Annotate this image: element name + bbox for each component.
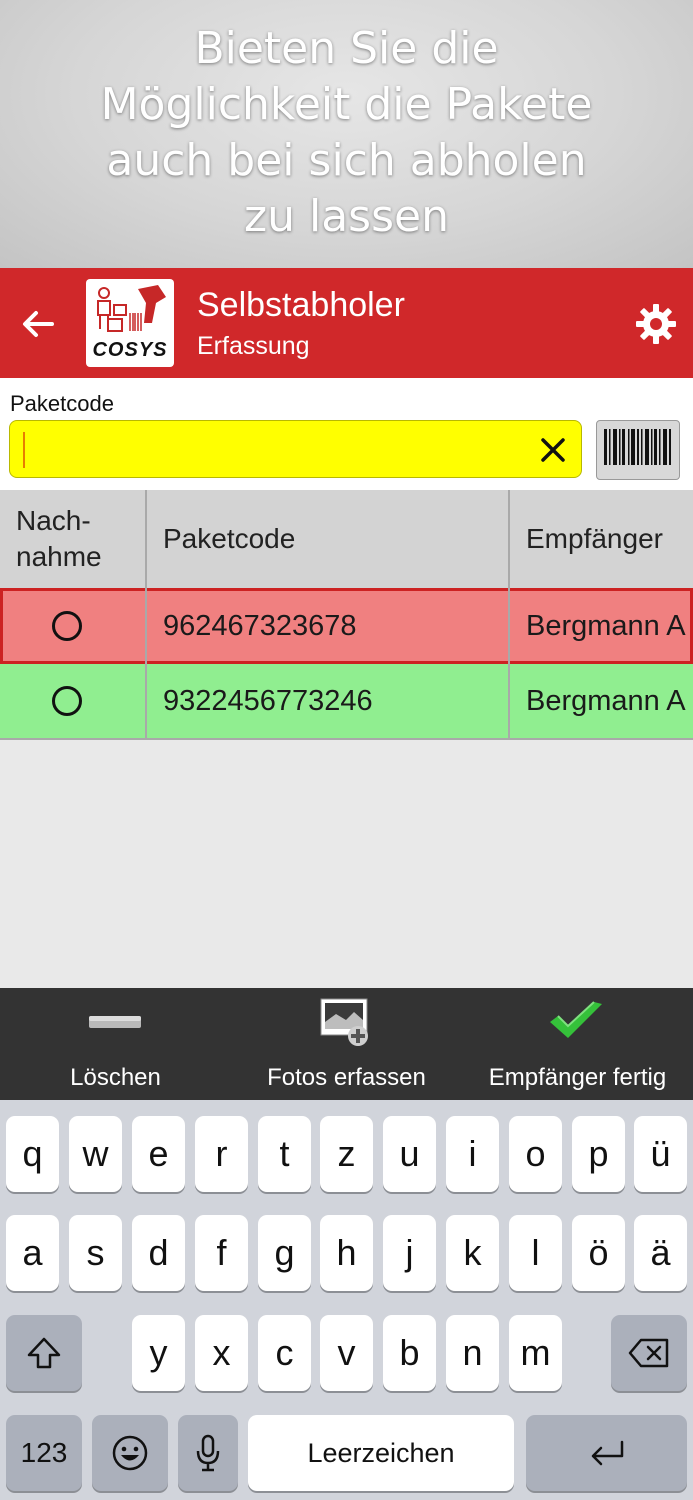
key-g[interactable]: g [258,1215,311,1291]
table-row[interactable]: 962467323678 Bergmann A [0,588,693,664]
table-header: Nach- nahme Paketcode Empfänger [0,490,693,588]
key-n[interactable]: n [446,1315,499,1391]
key-ae[interactable]: ä [634,1215,687,1291]
numbers-key[interactable]: 123 [6,1415,82,1491]
take-photos-label: Fotos erfassen [267,1064,426,1091]
backspace-icon [628,1338,669,1368]
promo-banner: Bieten Sie die Möglichkeit die Pakete au… [0,0,693,268]
key-a[interactable]: a [6,1215,59,1291]
back-arrow-icon[interactable] [18,304,58,344]
key-x[interactable]: x [195,1315,248,1391]
column-header-empfaenger[interactable]: Empfänger [510,490,693,588]
key-y[interactable]: y [132,1315,185,1391]
key-b[interactable]: b [383,1315,436,1391]
minus-icon [89,1016,141,1028]
key-j[interactable]: j [383,1215,436,1291]
barcode-scan-button[interactable] [596,420,680,480]
key-m[interactable]: m [509,1315,562,1391]
recipient-done-label: Empfänger fertig [488,1064,667,1091]
column-header-paketcode[interactable]: Paketcode [147,490,510,588]
space-key[interactable]: Leerzeichen [248,1415,514,1491]
paketcode-section: Paketcode [0,378,693,490]
key-z[interactable]: z [320,1116,373,1192]
key-o[interactable]: o [509,1116,562,1192]
take-photos-button[interactable]: Fotos erfassen [231,988,462,1100]
key-s[interactable]: s [69,1215,122,1291]
backspace-key[interactable] [611,1315,687,1391]
column-header-nachnahme[interactable]: Nach- nahme [0,490,147,588]
clear-icon[interactable] [538,435,568,465]
key-u[interactable]: u [383,1116,436,1192]
key-w[interactable]: w [69,1116,122,1192]
settings-gear-icon[interactable] [634,302,678,346]
text-caret [23,432,25,468]
key-t[interactable]: t [258,1116,311,1192]
shift-key[interactable] [6,1315,82,1391]
paketcode-label: Paketcode [10,391,114,416]
empfaenger-cell: Bergmann A [526,684,686,717]
key-h[interactable]: h [320,1215,373,1291]
emoji-key[interactable] [92,1415,168,1491]
logo-wordmark: COSYS [92,339,168,361]
key-i[interactable]: i [446,1116,499,1192]
app-bar: COSYS Selbstabholer Erfassung [0,268,693,378]
promo-text: Bieten Sie die Möglichkeit die Pakete au… [100,23,593,242]
key-k[interactable]: k [446,1215,499,1291]
paketcode-cell: 9322456773246 [147,664,510,738]
app-logo: COSYS [86,279,174,367]
table-row[interactable]: 9322456773246 Bergmann A [0,664,693,740]
return-key[interactable] [526,1415,687,1491]
microphone-icon [196,1434,220,1472]
nachnahme-cell[interactable] [0,588,147,664]
delete-label: Löschen [70,1064,161,1091]
key-oe[interactable]: ö [572,1215,625,1291]
key-l[interactable]: l [509,1215,562,1291]
emoji-icon [112,1435,148,1471]
shift-arrow-icon [27,1337,61,1369]
onscreen-keyboard: q w e r t z u i o p ü a s d f g h j k l … [0,1100,693,1500]
key-v[interactable]: v [320,1315,373,1391]
page-subtitle: Erfassung [197,332,310,360]
action-toolbar: Löschen Fotos erfassen Empfänger fertig [0,988,693,1100]
barcode-icon [604,429,671,473]
key-r[interactable]: r [195,1116,248,1192]
nachnahme-cell[interactable] [0,664,147,738]
dictation-key[interactable] [178,1415,238,1491]
empfaenger-cell: Bergmann A [526,609,686,642]
key-d[interactable]: d [132,1215,185,1291]
key-p[interactable]: p [572,1116,625,1192]
key-ue[interactable]: ü [634,1116,687,1192]
key-c[interactable]: c [258,1315,311,1391]
key-f[interactable]: f [195,1215,248,1291]
paketcode-input[interactable] [9,420,582,478]
add-photo-icon [320,998,368,1046]
nachnahme-radio[interactable] [52,686,82,716]
key-q[interactable]: q [6,1116,59,1192]
delete-button[interactable]: Löschen [0,988,231,1100]
page-title: Selbstabholer [197,286,405,324]
return-arrow-icon [591,1440,623,1466]
checkmark-icon [550,1001,602,1038]
key-e[interactable]: e [132,1116,185,1192]
paketcode-cell: 962467323678 [147,588,510,664]
nachnahme-radio[interactable] [52,611,82,641]
recipient-done-button[interactable]: Empfänger fertig [462,988,693,1100]
